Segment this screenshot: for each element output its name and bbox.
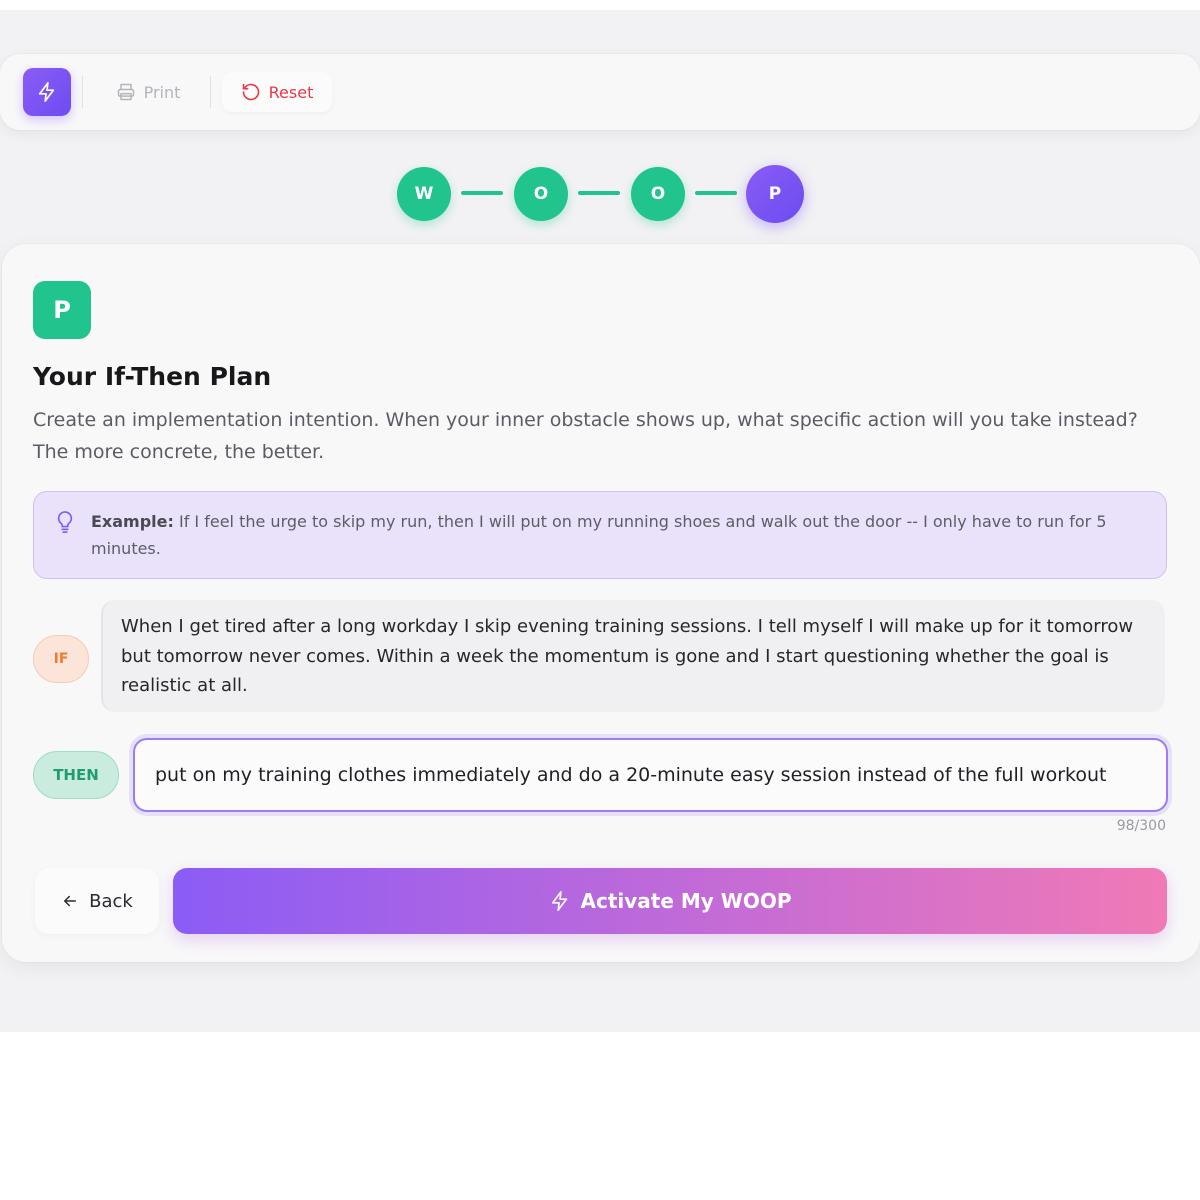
card-description: Create an implementation intention. When…	[33, 409, 1138, 463]
if-pill: IF	[33, 635, 89, 683]
step-connector	[461, 191, 503, 195]
back-label: Back	[89, 890, 133, 912]
then-pill: THEN	[33, 751, 119, 799]
if-obstacle-text: When I get tired after a long workday I …	[101, 600, 1165, 712]
character-counter: 98/300	[1116, 818, 1166, 834]
activate-label: Activate My WOOP	[580, 889, 792, 913]
reset-icon	[242, 83, 259, 101]
step-connector	[695, 191, 737, 195]
plan-card: P Your If-Then Plan Create an implementa…	[2, 244, 1200, 962]
woop-stepper: W O O P	[396, 165, 816, 223]
then-action-input[interactable]	[133, 738, 1168, 812]
lightbulb-icon	[57, 511, 73, 533]
step-o-outcome[interactable]: O	[514, 167, 568, 221]
reset-button[interactable]: Reset	[222, 72, 332, 112]
example-body: If I feel the urge to skip my run, then …	[91, 512, 1107, 558]
step-o-obstacle[interactable]: O	[631, 167, 685, 221]
step-connector	[578, 191, 620, 195]
lightning-icon	[551, 891, 567, 911]
app-background: Print Reset W O O P P Your If-Then Plan …	[0, 10, 1200, 1032]
toolbar: Print Reset	[0, 54, 1200, 130]
logo-button[interactable]	[23, 68, 71, 116]
print-button[interactable]: Print	[96, 72, 200, 112]
card-title: Your If-Then Plan	[33, 362, 272, 391]
print-label: Print	[143, 82, 181, 102]
step-badge: P	[33, 281, 91, 339]
printer-icon	[117, 83, 134, 101]
example-text: Example: If I feel the urge to skip my r…	[91, 508, 1151, 562]
step-p[interactable]: P	[746, 165, 804, 223]
toolbar-divider	[210, 76, 211, 108]
arrow-left-icon	[64, 895, 77, 907]
lightning-icon	[38, 82, 55, 102]
reset-label: Reset	[268, 82, 314, 102]
example-label: Example:	[91, 512, 174, 531]
step-w[interactable]: W	[397, 167, 451, 221]
toolbar-divider	[82, 76, 83, 108]
example-box: Example: If I feel the urge to skip my r…	[33, 491, 1167, 579]
activate-woop-button[interactable]: Activate My WOOP	[173, 868, 1167, 934]
back-button[interactable]: Back	[35, 868, 159, 934]
